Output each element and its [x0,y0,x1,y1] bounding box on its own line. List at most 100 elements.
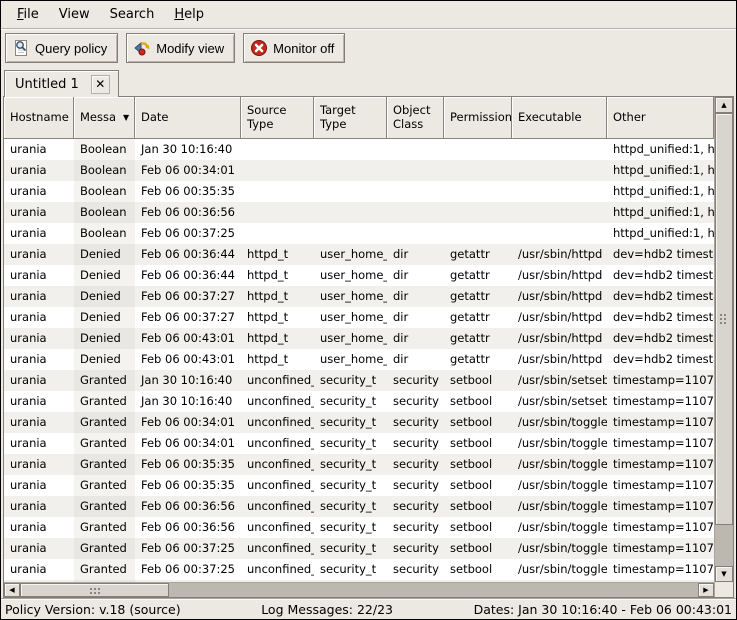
log-row[interactable]: urania Granted Feb 06 00:36:56 unconfine… [4,517,714,538]
log-row[interactable]: urania Granted Feb 06 00:35:35 unconfine… [4,475,714,496]
log-row[interactable]: urania Granted Feb 06 00:34:01 unconfine… [4,433,714,454]
log-row[interactable]: urania Denied Feb 06 00:43:01 httpd_t us… [4,349,714,370]
log-row[interactable]: urania Granted Feb 06 00:35:35 unconfine… [4,454,714,475]
cell-message: Granted [74,391,135,412]
scroll-down-button[interactable]: ▼ [715,566,733,582]
column-header-label: Source Type [247,104,300,132]
log-row[interactable]: urania Granted Feb 06 00:36:56 unconfine… [4,496,714,517]
cell-hostname: urania [4,433,74,454]
cell-source-type [241,139,314,160]
cell-source-type: unconfined_ [241,559,314,580]
column-header[interactable]: Executable [512,97,607,139]
log-row[interactable]: urania Granted Feb 06 00:34:01 unconfine… [4,412,714,433]
horizontal-scroll-thumb[interactable] [20,583,169,597]
column-header[interactable]: Object Class [387,97,444,139]
scroll-right-button[interactable]: ▶ [698,583,714,597]
cell-other: timestamp=11071 [607,370,714,391]
log-row[interactable]: urania Granted Feb 06 00:37:25 unconfine… [4,538,714,559]
cell-other: timestamp=11076 [607,559,714,580]
menu-item[interactable]: File [7,2,49,27]
cell-executable: /usr/sbin/setseb [512,370,607,391]
column-header[interactable]: Hostname [4,97,74,139]
column-header[interactable]: Messa ▼ [74,97,135,139]
tab-untitled-1[interactable]: Untitled 1 ✕ [4,70,119,97]
policy-version-status: Policy Version: v.18 (source) [5,602,181,617]
scroll-up-button[interactable]: ▲ [715,97,733,113]
horizontal-scroll-track[interactable] [20,583,698,597]
menu-item[interactable]: View [49,2,100,27]
cell-hostname: urania [4,139,74,160]
cell-source-type: unconfined_ [241,517,314,538]
cell-source-type [241,223,314,244]
log-row[interactable]: urania Denied Feb 06 00:36:44 httpd_t us… [4,265,714,286]
column-header[interactable]: Permission [444,97,512,139]
log-row[interactable]: urania Denied Feb 06 00:36:44 httpd_t us… [4,244,714,265]
cell-other: timestamp=11076 [607,433,714,454]
cell-target-type [314,181,387,202]
cell-target-type [314,202,387,223]
cell-object-class: dir [387,265,444,286]
log-row[interactable]: urania Granted Feb 06 00:37:25 unconfine… [4,559,714,580]
cell-hostname: urania [4,349,74,370]
query-policy-button[interactable]: Query policy [5,33,118,63]
cell-message: Boolean [74,181,135,202]
cell-source-type: unconfined_ [241,412,314,433]
log-row[interactable]: urania Denied Feb 06 00:37:27 httpd_t us… [4,307,714,328]
cell-other: timestamp=11076 [607,538,714,559]
cell-object-class: security [387,391,444,412]
scrollbar-grip [90,588,92,590]
log-row[interactable]: urania Boolean Feb 06 00:35:35 httpd_uni… [4,181,714,202]
cell-other: timestamp=11076 [607,454,714,475]
cell-hostname: urania [4,181,74,202]
cell-date: Feb 06 00:36:56 [135,517,241,538]
cell-source-type: httpd_t [241,307,314,328]
monitor-off-button[interactable]: Monitor off [243,33,345,63]
cell-executable [512,160,607,181]
log-row[interactable]: urania Granted Jan 30 10:16:40 unconfine… [4,370,714,391]
column-header[interactable]: Other [607,97,714,139]
tab-close-button[interactable]: ✕ [91,75,110,94]
cell-hostname: urania [4,475,74,496]
cell-hostname: urania [4,391,74,412]
menu-item[interactable]: Help [164,2,214,27]
log-row[interactable]: urania Denied Feb 06 00:43:01 httpd_t us… [4,328,714,349]
close-icon: ✕ [95,77,105,91]
column-header[interactable]: Source Type [241,97,314,139]
vertical-scroll-thumb[interactable] [715,113,733,525]
cell-date: Feb 06 00:34:01 [135,433,241,454]
modify-view-button[interactable]: Modify view [126,33,235,63]
log-row[interactable]: urania Denied Feb 06 00:37:27 httpd_t us… [4,286,714,307]
cell-permission [444,202,512,223]
app-window: File View Search Help Query policy [0,0,737,620]
cell-target-type: security_t [314,433,387,454]
modify-view-icon [133,39,151,57]
cell-object-class: security [387,454,444,475]
cell-source-type: httpd_t [241,328,314,349]
log-row[interactable]: urania Boolean Feb 06 00:34:01 httpd_uni… [4,160,714,181]
column-header-label: Executable [518,111,582,125]
cell-message: Granted [74,475,135,496]
cell-message: Granted [74,517,135,538]
column-header[interactable]: Target Type [314,97,387,139]
cell-source-type: unconfined_ [241,370,314,391]
cell-object-class [387,223,444,244]
cell-hostname: urania [4,223,74,244]
column-header-label: Object Class [393,104,430,132]
cell-hostname: urania [4,244,74,265]
cell-target-type: security_t [314,391,387,412]
log-row[interactable]: urania Boolean Jan 30 10:16:40 httpd_uni… [4,139,714,160]
query-policy-label: Query policy [35,41,107,56]
cell-source-type: unconfined_ [241,433,314,454]
vertical-scrollbar: ▲ ▼ [715,97,733,582]
cell-other: dev=hdb2 timesta [607,244,714,265]
cell-object-class: dir [387,307,444,328]
log-row[interactable]: urania Boolean Feb 06 00:37:25 httpd_uni… [4,223,714,244]
log-row[interactable]: urania Boolean Feb 06 00:36:56 httpd_uni… [4,202,714,223]
log-row[interactable]: urania Granted Jan 30 10:16:40 unconfine… [4,391,714,412]
column-header[interactable]: Date [135,97,241,139]
menu-item[interactable]: Search [100,2,165,27]
vertical-scroll-track[interactable] [715,113,733,566]
cell-target-type: security_t [314,517,387,538]
cell-permission: setbool [444,517,512,538]
scroll-left-button[interactable]: ◀ [4,583,20,597]
